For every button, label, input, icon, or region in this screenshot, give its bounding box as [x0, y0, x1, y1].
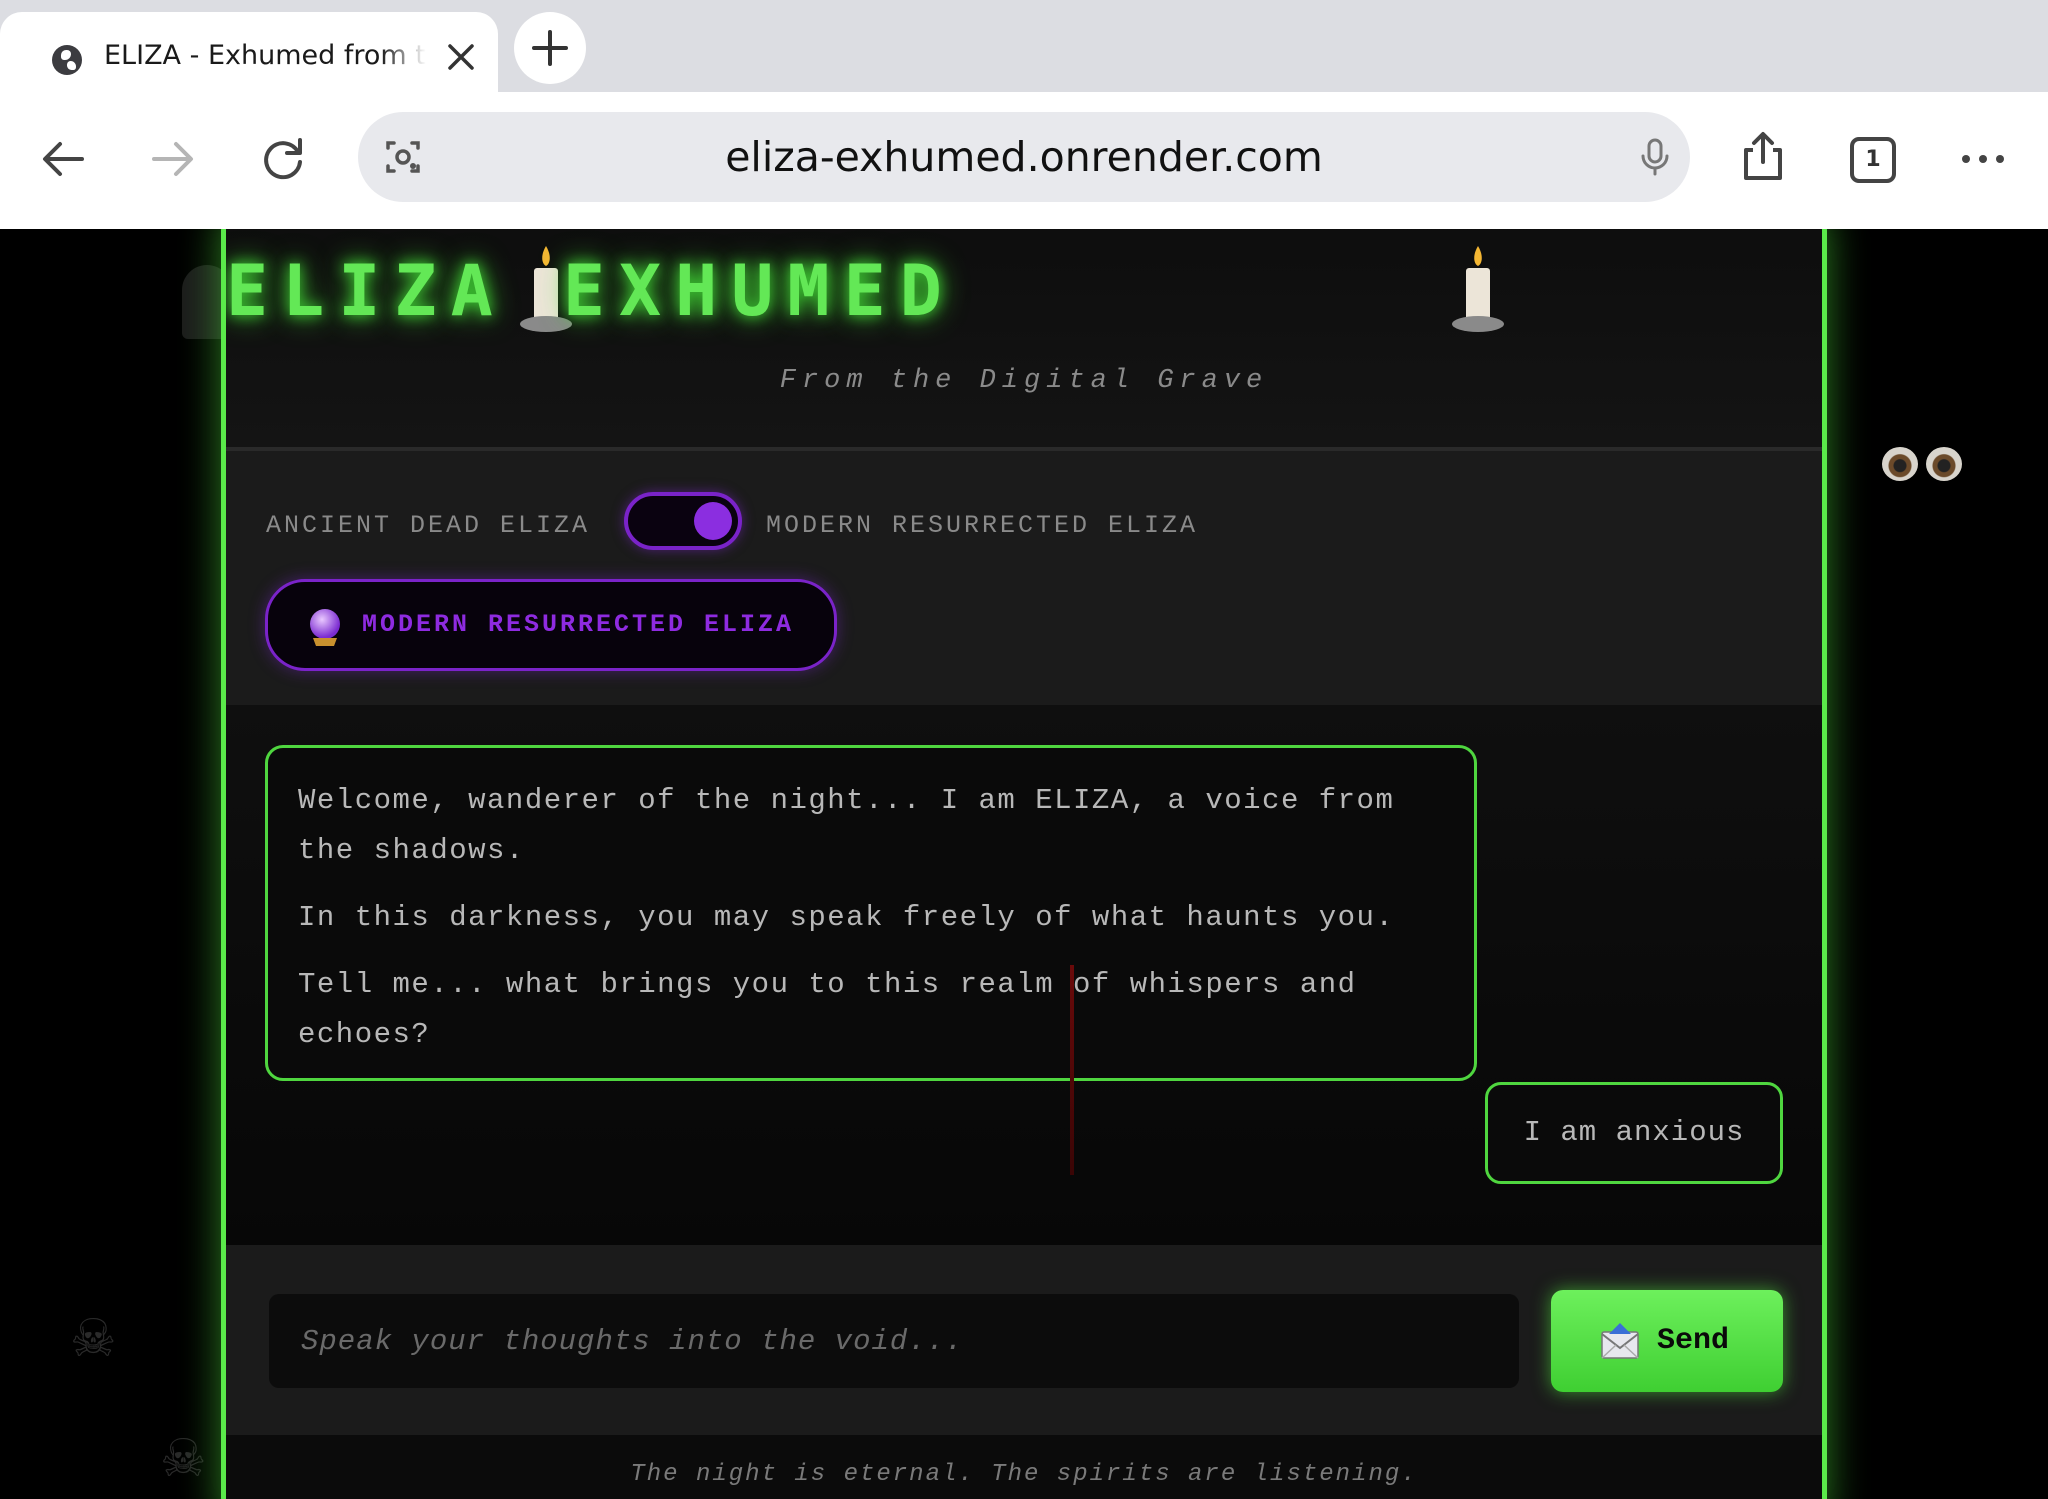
current-mode-text: MODERN RESURRECTED ELIZA	[362, 610, 795, 639]
chat-area: Welcome, wanderer of the night... I am E…	[226, 705, 1822, 1245]
plus-icon	[532, 30, 568, 66]
ancient-mode-label: ANCIENT DEAD ELIZA	[266, 511, 591, 540]
eliza-message-line: Tell me... what brings you to this realm…	[298, 968, 1357, 1051]
app-container: ELIZA EXHUMED From the Digital Grave ANC…	[221, 229, 1827, 1499]
browser-tabstrip: ELIZA - Exhumed from the Digital Grave	[0, 0, 2048, 92]
user-message-text: I am anxious	[1523, 1116, 1745, 1149]
crystal-ball-icon	[310, 609, 340, 646]
mode-controls: ANCIENT DEAD ELIZA MODERN RESURRECTED EL…	[226, 447, 1822, 705]
message-input[interactable]	[269, 1294, 1519, 1388]
candle-icon	[1452, 246, 1504, 332]
share-icon[interactable]	[1736, 130, 1790, 184]
eliza-message-bubble: Welcome, wanderer of the night... I am E…	[265, 745, 1477, 1081]
eliza-message-line: In this darkness, you may speak freely o…	[298, 901, 1395, 934]
lens-camera-icon[interactable]	[380, 134, 426, 180]
globe-icon	[52, 45, 82, 75]
tab-switcher-button[interactable]: 1	[1850, 137, 1896, 183]
url-text: eliza-exhumed.onrender.com	[725, 133, 1323, 181]
app-subtitle: From the Digital Grave	[779, 366, 1269, 396]
envelope-icon	[1601, 1323, 1639, 1359]
more-menu-icon[interactable]	[1956, 132, 2010, 186]
blood-drip-decoration	[1070, 965, 1074, 1175]
tab-title: ELIZA - Exhumed from the Digital Grave	[104, 40, 426, 71]
current-mode-badge: MODERN RESURRECTED ELIZA	[265, 579, 837, 671]
app-header: ELIZA EXHUMED From the Digital Grave	[226, 229, 1822, 447]
input-bar: Send	[226, 1245, 1822, 1435]
close-icon[interactable]	[446, 42, 476, 72]
skull-crossbones-icon: ☠	[70, 1309, 117, 1369]
reload-icon[interactable]	[256, 132, 310, 186]
app-footer: The night is eternal. The spirits are li…	[226, 1435, 1822, 1499]
toggle-knob	[694, 502, 732, 540]
address-bar[interactable]: eliza-exhumed.onrender.com	[358, 112, 1690, 202]
mode-toggle-switch[interactable]	[624, 492, 742, 550]
eyes-decoration	[1882, 447, 1966, 481]
new-tab-button[interactable]	[514, 12, 586, 84]
browser-tab[interactable]: ELIZA - Exhumed from the Digital Grave	[0, 12, 498, 92]
send-button-label: Send	[1657, 1324, 1730, 1358]
microphone-icon[interactable]	[1632, 134, 1678, 180]
send-button[interactable]: Send	[1551, 1290, 1783, 1392]
page-background: ☠ ☠ ELIZA EXHUMED From the Digital Grave…	[0, 229, 2048, 1499]
user-message-bubble: I am anxious	[1485, 1082, 1783, 1184]
app-title: ELIZA EXHUMED	[226, 250, 956, 332]
browser-toolbar: eliza-exhumed.onrender.com 1	[0, 92, 2048, 229]
footer-text: The night is eternal. The spirits are li…	[630, 1461, 1418, 1488]
eliza-message-line: Welcome, wanderer of the night... I am E…	[298, 784, 1395, 867]
modern-mode-label: MODERN RESURRECTED ELIZA	[766, 511, 1199, 540]
forward-arrow-icon[interactable]	[146, 132, 200, 186]
skull-icon: ☠	[160, 1429, 207, 1489]
back-arrow-icon[interactable]	[36, 132, 90, 186]
